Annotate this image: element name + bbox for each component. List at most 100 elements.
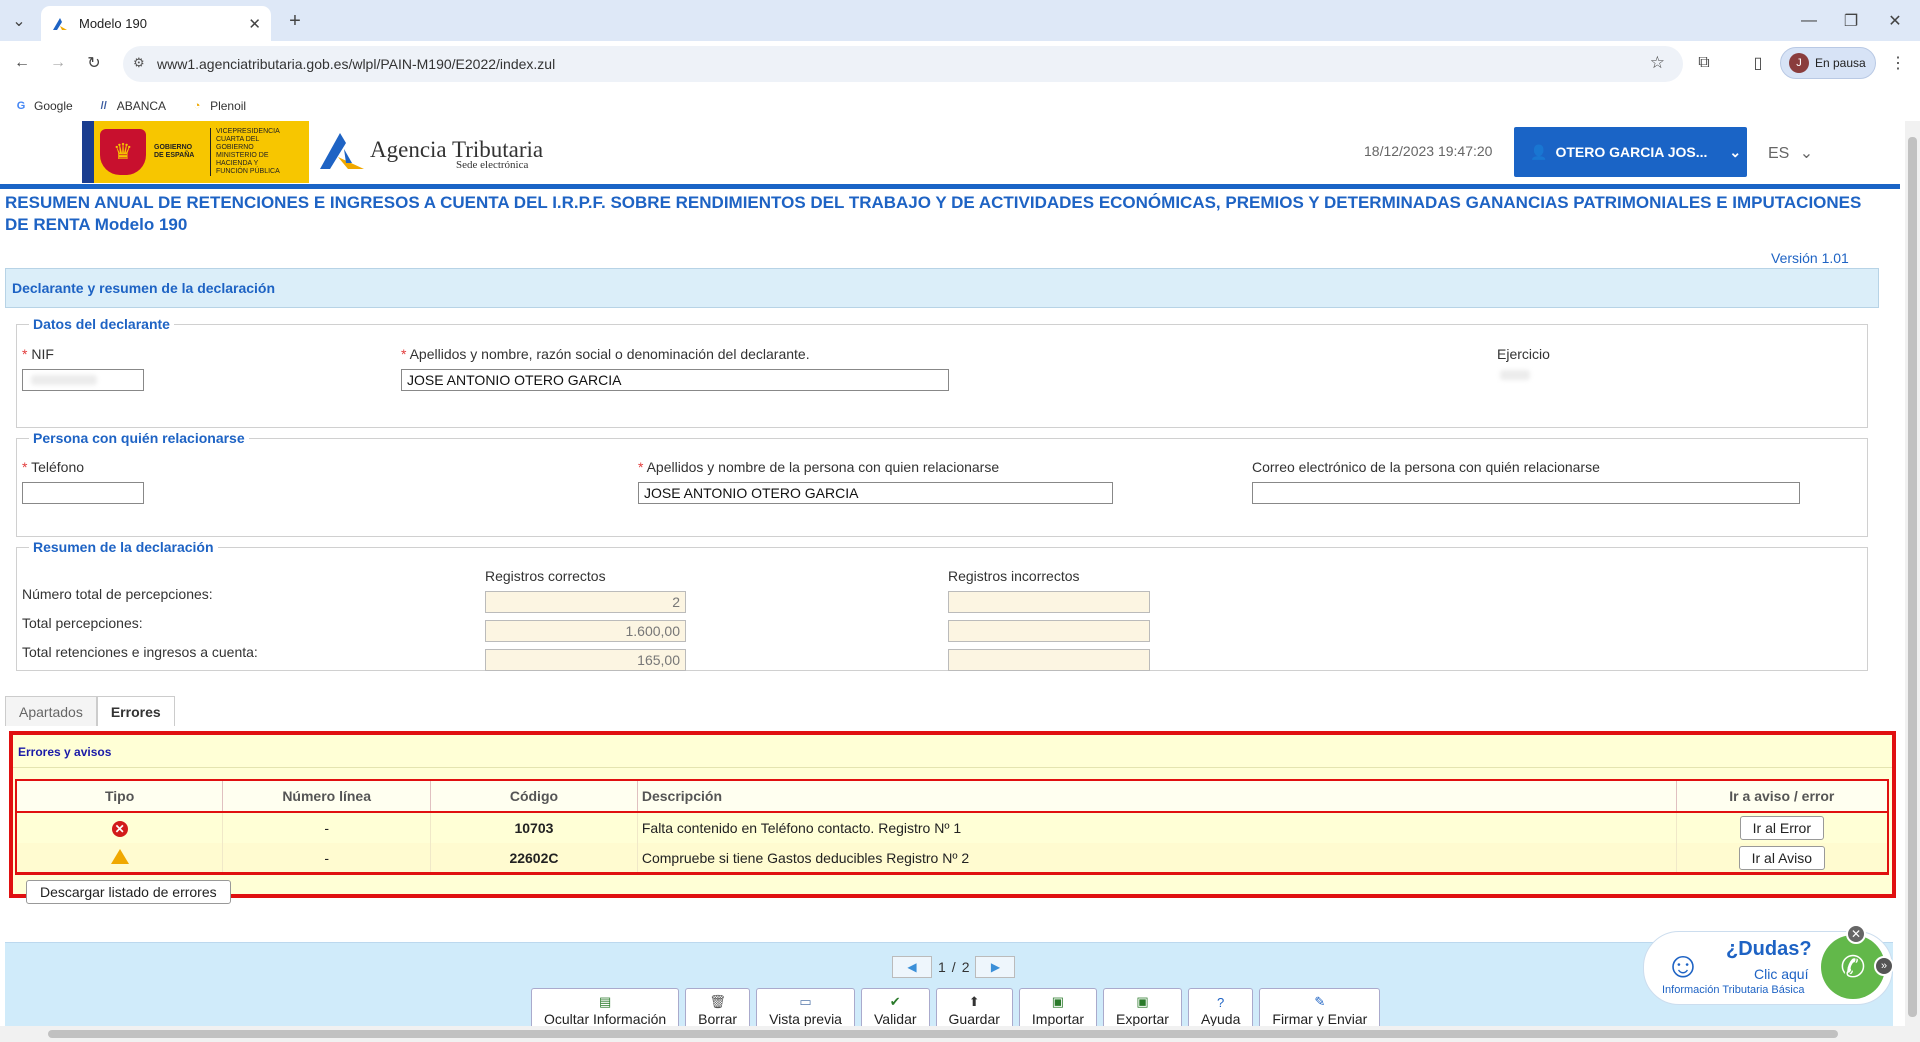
validar-button[interactable]: ✔ Validar — [860, 988, 930, 1028]
retenciones-incorrectos-field[interactable] — [948, 649, 1150, 671]
page-content: ♛ GOBIERNO DE ESPAÑA VICEPRESIDENCIA CUA… — [0, 121, 1905, 1042]
export-icon: ▣ — [1136, 994, 1149, 1009]
action-buttons: ▤ Ocultar Información 🗑 Borrar ▭ Vista prev… — [531, 988, 1386, 1028]
close-icon[interactable]: ✕ — [1846, 924, 1866, 944]
persona-name-label: * Apellidos y nombre de la persona con q… — [638, 459, 999, 475]
column-header[interactable]: Ir a aviso / error — [1676, 780, 1889, 813]
accion-cell: Ir al Aviso — [1676, 843, 1889, 874]
language-selector[interactable]: ES ⌄ — [1768, 143, 1813, 163]
minimize-icon[interactable]: — — [1798, 10, 1820, 32]
dudas-click: Clic aquí — [1754, 966, 1809, 982]
errores-panel: Errores y avisos Tipo Número línea Códig… — [9, 731, 1896, 904]
borrar-button[interactable]: 🗑 Borrar — [685, 988, 751, 1028]
chevron-right-icon[interactable]: » — [1874, 956, 1894, 976]
declarante-name-label: * Apellidos y nombre, razón social o den… — [401, 346, 810, 362]
agencia-mark-icon — [318, 129, 366, 171]
telefono-label-text: Teléfono — [31, 459, 85, 475]
telefono-field[interactable] — [22, 482, 144, 504]
side-panel-icon[interactable]: ▯ — [1746, 51, 1770, 75]
tab-errores[interactable]: Errores — [96, 696, 175, 726]
chevron-down-icon: ⌄ — [1799, 145, 1814, 162]
vista-previa-button[interactable]: ▭ Vista previa — [756, 988, 855, 1028]
extensions-icon[interactable]: ⧉ — [1692, 51, 1716, 75]
page-separator: / — [951, 959, 956, 975]
url-text: www1.agenciatributaria.gob.es/wlpl/PAIN-… — [157, 56, 556, 72]
linea-cell: - — [222, 812, 432, 843]
new-tab-icon[interactable]: + — [284, 10, 306, 32]
site-info-icon[interactable]: ⚙ — [133, 55, 145, 71]
back-icon[interactable]: ← — [10, 51, 34, 75]
dudas-question: ¿Dudas? — [1726, 938, 1812, 960]
browser-toolbar: ← → ↻ ⚙ www1.agenciatributaria.gob.es/wl… — [0, 41, 1920, 125]
percepciones-incorrectos-field[interactable] — [948, 591, 1150, 613]
button-label: Importar — [1031, 1011, 1085, 1027]
button-label: Ayuda — [1200, 1011, 1241, 1027]
tab-apartados[interactable]: Apartados — [5, 696, 97, 726]
declarante-fieldset: Datos del declarante * NIF * Apellidos y… — [16, 316, 1868, 428]
gobierno-logo[interactable]: ♛ GOBIERNO DE ESPAÑA VICEPRESIDENCIA CUA… — [82, 121, 309, 183]
persona-name-field[interactable]: JOSE ANTONIO OTERO GARCIA — [638, 482, 1113, 504]
profile-button[interactable]: J En pausa — [1780, 47, 1876, 79]
tab-search-chevron-icon[interactable]: ⌄ — [8, 10, 30, 32]
arrow-left-icon: ◀ — [907, 960, 917, 974]
download-errors-button[interactable]: Descargar listado de errores — [26, 880, 231, 904]
button-label: Borrar — [698, 1011, 738, 1027]
ir-al-error-button[interactable]: Ir al Error — [1739, 816, 1824, 840]
next-page-button[interactable]: ▶ — [975, 956, 1016, 978]
horizontal-scrollbar[interactable] — [0, 1026, 1905, 1042]
restore-icon[interactable]: ❐ — [1840, 10, 1862, 32]
firmar-enviar-button[interactable]: ✎ Firmar y Enviar — [1259, 988, 1381, 1028]
scrollbar-thumb[interactable] — [48, 1030, 1838, 1038]
close-tab-icon[interactable]: ✕ — [248, 15, 261, 33]
column-header[interactable]: Descripción — [637, 780, 1677, 813]
required-marker: * — [401, 346, 410, 362]
forward-icon[interactable]: → — [46, 51, 70, 75]
bookmark-star-icon[interactable]: ☆ — [1650, 53, 1665, 73]
vertical-scrollbar[interactable] — [1905, 121, 1920, 1042]
declarante-name-field[interactable]: JOSE ANTONIO OTERO GARCIA — [401, 369, 949, 391]
retenciones-correctos-field[interactable]: 165,00 — [485, 649, 686, 671]
reload-icon[interactable]: ↻ — [82, 51, 106, 75]
prev-page-button[interactable]: ◀ — [892, 956, 932, 978]
profile-status: En pausa — [1815, 56, 1866, 70]
trash-icon: 🗑 — [709, 994, 726, 1009]
correo-label: Correo electrónico de la persona con qui… — [1252, 459, 1600, 475]
agencia-logo[interactable]: Agencia Tributaria Sede electrónica — [318, 129, 543, 171]
column-header[interactable]: Número línea — [222, 780, 432, 813]
table-row[interactable]: ✕ - 10703 Falta contenido en Teléfono co… — [16, 812, 1889, 843]
coat-of-arms-icon: ♛ — [100, 129, 146, 175]
ejercicio-label: Ejercicio — [1497, 346, 1550, 362]
resumen-row-label: Total percepciones: — [22, 615, 143, 631]
scrollbar-thumb[interactable] — [1908, 137, 1917, 1017]
guardar-button[interactable]: ⬆ Guardar — [935, 988, 1013, 1028]
nif-field[interactable] — [22, 369, 144, 391]
bookmark-abanca[interactable]: // ABANCA — [97, 99, 166, 113]
accion-cell: Ir al Error — [1676, 812, 1889, 843]
errores-title: Errores y avisos — [18, 745, 112, 759]
total-percepciones-incorrectos-field[interactable] — [948, 620, 1150, 642]
percepciones-correctos-field[interactable]: 2 — [485, 591, 686, 613]
browser-tab[interactable]: Modelo 190 ✕ — [41, 6, 271, 41]
bookmarks-bar: G Google // ABANCA ◔ Plenoil — [0, 91, 256, 121]
column-header[interactable]: Tipo — [16, 780, 224, 813]
exportar-button[interactable]: ▣ Exportar — [1103, 988, 1182, 1028]
correo-field[interactable] — [1252, 482, 1800, 504]
ir-al-aviso-button[interactable]: Ir al Aviso — [1738, 846, 1826, 870]
ayuda-button[interactable]: ? Ayuda — [1187, 988, 1254, 1028]
user-menu-button[interactable]: 👤 OTERO GARCIA JOS... ⌄ — [1514, 127, 1747, 177]
header-divider — [0, 184, 1900, 189]
total-percepciones-correctos-field[interactable]: 1.600,00 — [485, 620, 686, 642]
column-header[interactable]: Código — [430, 780, 638, 813]
check-icon: ✔ — [889, 994, 901, 1009]
bookmark-google[interactable]: G Google — [14, 99, 73, 113]
ocultar-informacion-button[interactable]: ▤ Ocultar Información — [531, 988, 680, 1028]
required-marker: * — [638, 459, 647, 475]
importar-button[interactable]: ▣ Importar — [1018, 988, 1098, 1028]
close-window-icon[interactable]: ✕ — [1884, 10, 1906, 32]
browser-menu-icon[interactable]: ⋮ — [1888, 51, 1908, 75]
persona-fieldset: Persona con quién relacionarse * Teléfon… — [16, 430, 1868, 537]
errores-table: Tipo Número línea Código Descripción Ir … — [15, 779, 1889, 875]
bookmark-plenoil[interactable]: ◔ Plenoil — [190, 99, 246, 113]
address-bar[interactable]: ⚙ www1.agenciatributaria.gob.es/wlpl/PAI… — [123, 46, 1683, 82]
table-row[interactable]: - 22602C Compruebe si tiene Gastos deduc… — [16, 843, 1889, 874]
